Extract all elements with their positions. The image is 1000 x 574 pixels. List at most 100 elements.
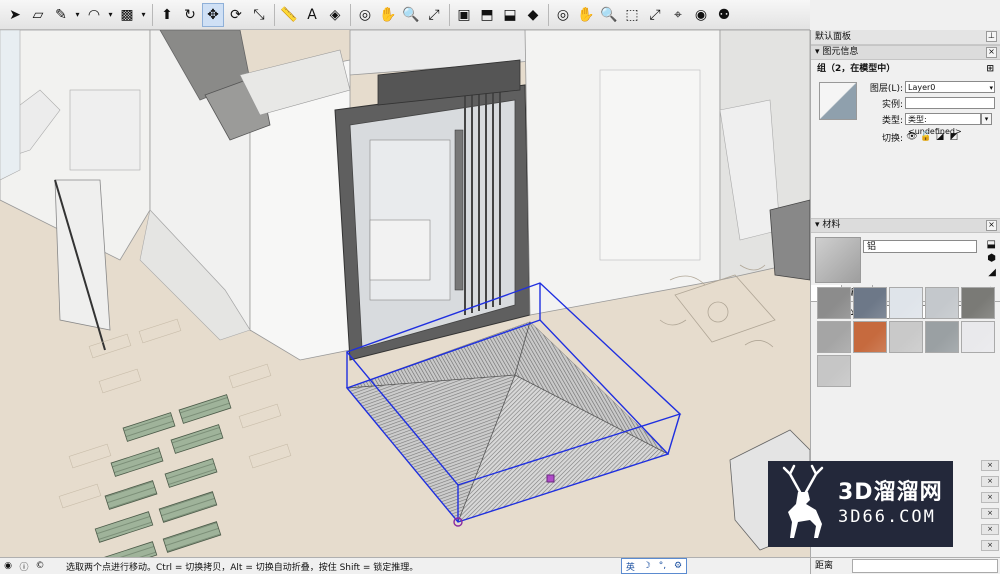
toolbar-separator (350, 3, 351, 26)
layer-select[interactable]: Layer0 ▾ (905, 81, 995, 93)
look-around-icon[interactable]: ◉ (690, 3, 712, 27)
materials-header[interactable]: ▾ 材料 × (811, 218, 1000, 233)
orbit-icon[interactable]: ◎ (354, 3, 376, 27)
toolbar-separator (449, 3, 450, 26)
default-material-icon[interactable]: ◢ (988, 267, 996, 278)
zoom-window-icon[interactable]: ⬚ (621, 3, 643, 27)
materials-header-text: 材料 (822, 220, 841, 230)
material-name-input[interactable]: 铝 (863, 240, 977, 253)
moon-icon: ☽ (642, 561, 651, 571)
main-toolbar: ➤ ▱ ✎ ▾ ◠ ▾ ▩ ▾ ⬆ ↻ ✥ ⟳ ⤡ 📏 A ◈ ◎ ✋ 🔍 ⤢ ▣ ⬒ ⬓ ◆ ◎ ✋ 🔍 ⬚ ⤢ ⌖ ◉ ⚉ (0, 0, 810, 30)
material-swatch-grid (817, 287, 999, 387)
toolbar-separator (274, 3, 275, 26)
material-swatch[interactable] (815, 237, 861, 283)
move-icon[interactable]: ✥ (202, 2, 224, 27)
pan-icon[interactable]: ✋ (377, 3, 399, 27)
watermark-subtitle: 3D66.COM (838, 507, 936, 527)
collapse-icon: ▾ (815, 47, 820, 57)
orbit-icon[interactable]: ◎ (552, 3, 574, 27)
create-material-icon[interactable]: ⬢ (987, 253, 996, 264)
close-icon[interactable]: × (986, 47, 997, 58)
type-row: 类型: 类型: <undefined> ▾ (869, 112, 992, 136)
3d-scene[interactable] (0, 30, 810, 557)
material-swatch-item[interactable] (817, 321, 851, 353)
material-swatch-item[interactable] (817, 287, 851, 319)
watermark-title: 3D溜溜网 (838, 480, 943, 505)
material-swatch-item[interactable] (925, 321, 959, 353)
entity-title-text: 组（2，在模型中） (817, 64, 896, 74)
material-swatch-item[interactable] (961, 321, 995, 353)
credits-icon[interactable]: © (32, 561, 48, 571)
material-preview: 铝 ⬓ ⬢ ◢ (811, 233, 1000, 285)
toolbar-separator (152, 3, 153, 26)
ruby-icon[interactable]: ◆ (522, 3, 544, 27)
push-pull-icon[interactable]: ⬆ (156, 3, 178, 27)
receive-shadows-icon[interactable]: ◪ (933, 132, 947, 142)
type-field[interactable]: 类型: <undefined> (905, 113, 981, 136)
material-swatch-item[interactable] (817, 355, 851, 387)
close-icon[interactable]: × (986, 220, 997, 231)
follow-me-icon[interactable]: ↻ (179, 3, 201, 27)
measurements-input[interactable] (852, 559, 998, 573)
pan-icon[interactable]: ✋ (575, 3, 597, 27)
rotate-icon[interactable]: ⟳ (225, 3, 247, 27)
tape-measure-icon[interactable]: 📏 (278, 3, 300, 27)
zoom-icon[interactable]: 🔍 (400, 3, 422, 27)
info-icon[interactable]: ⓘ (16, 560, 32, 573)
material-swatch-item[interactable] (853, 287, 887, 319)
collapsed-panel-close[interactable]: × (981, 492, 999, 503)
watermark-logo: 3D溜溜网 3D66.COM (768, 461, 953, 547)
material-swatch-item[interactable] (889, 287, 923, 319)
collapsed-panel-close[interactable]: × (981, 460, 999, 471)
collapsed-panel-close[interactable]: × (981, 508, 999, 519)
deer-logo-icon (782, 464, 824, 538)
eraser-icon[interactable]: ▱ (27, 3, 49, 27)
pencil-icon[interactable]: ✎ (50, 3, 72, 27)
entity-info-header[interactable]: ▾ 图元信息 × (811, 45, 1000, 60)
walk-icon[interactable]: ⚉ (713, 3, 735, 27)
collapsed-panel-close[interactable]: × (981, 524, 999, 535)
entity-title: 组（2，在模型中） ⊞ (811, 60, 1000, 78)
tray-pin-icon[interactable]: ⊥ (986, 31, 997, 42)
instance-input[interactable] (905, 97, 995, 109)
arc-icon[interactable]: ◠ (83, 3, 105, 27)
chevron-down-icon[interactable]: ▾ (139, 3, 148, 27)
zoom-extents-icon[interactable]: ⤢ (423, 3, 445, 27)
warehouse-icon[interactable]: ▣ (453, 3, 475, 27)
chevron-down-icon[interactable]: ▾ (73, 3, 82, 27)
scale-icon[interactable]: ⤡ (248, 3, 270, 27)
collapsed-panel-close[interactable]: × (981, 540, 999, 551)
entity-info-header-text: 图元信息 (822, 47, 859, 57)
geolocation-icon[interactable]: ◉ (0, 561, 16, 571)
settings-gear-icon: ⚙ (673, 561, 683, 571)
cast-shadows-icon[interactable]: ◩ (947, 132, 961, 142)
model-viewport[interactable] (0, 30, 810, 557)
entity-info-body: 图层(L): Layer0 ▾ 实例: 类型: 类型: <undefined> ▾… (811, 78, 1000, 174)
instance-label: 实例: (881, 99, 903, 110)
type-dropdown-button[interactable]: ▾ (981, 113, 992, 125)
material-swatch-item[interactable] (889, 321, 923, 353)
position-camera-icon[interactable]: ⌖ (667, 3, 689, 27)
zoom-icon[interactable]: 🔍 (598, 3, 620, 27)
chevron-down-icon: ▾ (989, 84, 993, 92)
material-swatch-item[interactable] (853, 321, 887, 353)
expand-details-icon[interactable]: ⊞ (986, 60, 994, 78)
paint-bucket-icon[interactable]: ◈ (324, 3, 346, 27)
zoom-extents-icon[interactable]: ⤢ (644, 3, 666, 27)
ime-indicator[interactable]: 英 ☽ °, ⚙ (621, 558, 687, 574)
lock-toggle-icon[interactable]: 🔓 (919, 132, 933, 142)
rectangle-icon[interactable]: ▩ (116, 3, 138, 27)
share-model-icon[interactable]: ⬒ (476, 3, 498, 27)
grip-handle[interactable] (546, 474, 555, 483)
hidden-toggle-eye-icon[interactable]: 👁 (905, 132, 919, 142)
entity-material-swatch[interactable] (819, 82, 857, 120)
type-label: 类型: (881, 115, 903, 126)
material-swatch-item[interactable] (961, 287, 995, 319)
material-swatch-item[interactable] (925, 287, 959, 319)
collapsed-panel-close[interactable]: × (981, 476, 999, 487)
extension-icon[interactable]: ⬓ (499, 3, 521, 27)
text-icon[interactable]: A (301, 3, 323, 27)
display-secondary-icon[interactable]: ⬓ (987, 239, 996, 250)
chevron-down-icon[interactable]: ▾ (106, 3, 115, 27)
select-icon[interactable]: ➤ (4, 3, 26, 27)
